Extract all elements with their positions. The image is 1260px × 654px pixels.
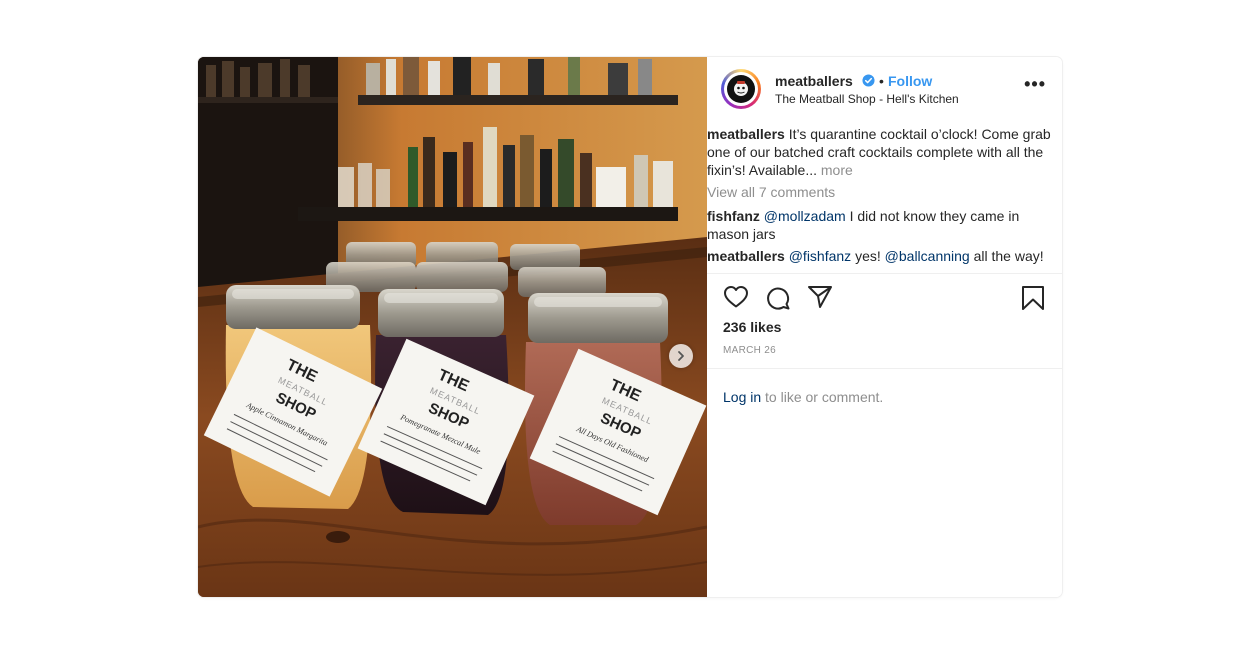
login-prompt: Log in to like or comment.	[723, 389, 883, 405]
divider	[707, 273, 1062, 274]
photo-illustration: THE MEATBALL SHOP Apple Cinnamon Margari…	[198, 57, 707, 597]
comment-mention[interactable]: @mollzadam	[764, 208, 846, 224]
login-link[interactable]: Log in	[723, 389, 761, 405]
comment-bubble-icon[interactable]	[765, 285, 791, 311]
location-link[interactable]: The Meatball Shop - Hell's Kitchen	[775, 92, 959, 106]
post-date: MARCH 26	[723, 345, 776, 356]
verified-badge-icon	[862, 74, 875, 87]
chevron-right-icon	[678, 351, 684, 361]
comment-text: yes!	[855, 248, 881, 264]
username-link[interactable]: meatballers	[775, 73, 853, 89]
avatar[interactable]	[721, 69, 761, 109]
post-header: meatballers • Follow The Meatball Shop -…	[707, 57, 1062, 121]
comment-mention[interactable]: @ballcanning	[885, 248, 970, 264]
comment-username[interactable]: fishfanz	[707, 208, 760, 224]
caption: meatballers It’s quarantine cocktail o’c…	[707, 125, 1059, 179]
post-details-panel: meatballers • Follow The Meatball Shop -…	[707, 57, 1062, 597]
post-actions	[707, 285, 1062, 313]
instagram-post-card: THE MEATBALL SHOP Apple Cinnamon Margari…	[198, 57, 1062, 597]
divider	[707, 368, 1062, 369]
heart-icon[interactable]	[723, 285, 749, 309]
comment-username[interactable]: meatballers	[707, 248, 785, 264]
comment-item: fishfanz @mollzadam I did not know they …	[707, 207, 1059, 243]
bookmark-icon[interactable]	[1021, 285, 1045, 311]
paper-plane-icon[interactable]	[807, 285, 833, 309]
likes-count[interactable]: 236 likes	[723, 319, 781, 335]
more-options-icon[interactable]: •••	[1024, 75, 1046, 93]
view-all-comments-link[interactable]: View all 7 comments	[707, 183, 835, 201]
separator-dot: •	[879, 73, 884, 89]
comment-mention[interactable]: @fishfanz	[789, 248, 851, 264]
caption-more-link[interactable]: more	[821, 162, 853, 178]
comment-text: all the way!	[973, 248, 1044, 264]
next-photo-button[interactable]	[669, 344, 693, 368]
follow-button[interactable]: Follow	[888, 73, 932, 89]
caption-username[interactable]: meatballers	[707, 126, 785, 142]
post-photo[interactable]: THE MEATBALL SHOP Apple Cinnamon Margari…	[198, 57, 707, 597]
meatball-logo-icon	[727, 75, 755, 103]
comment-item: meatballers @fishfanz yes! @ballcanning …	[707, 247, 1059, 265]
login-prompt-text: to like or comment.	[765, 389, 884, 405]
